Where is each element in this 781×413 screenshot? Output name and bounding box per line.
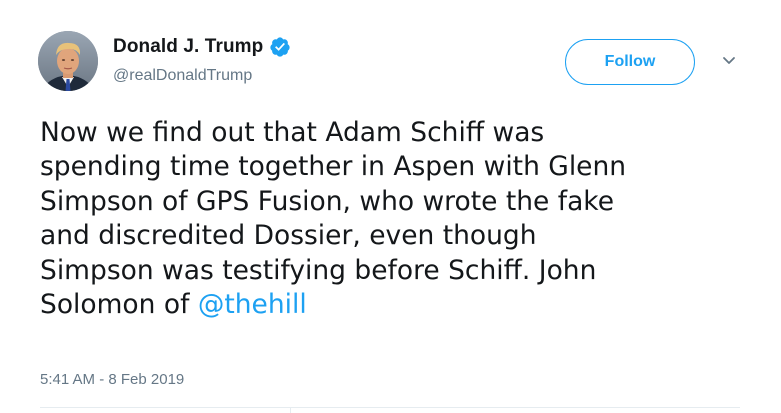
divider [40, 407, 740, 408]
tweet-timestamp[interactable]: 5:41 AM - 8 Feb 2019 [40, 371, 184, 388]
tweet-text-last-line: Solomon of @thehill [40, 288, 740, 322]
tweet-text-line: spending time together in Aspen with Gle… [40, 151, 627, 183]
tweet-text-line: and discredited Dossier, even though [40, 220, 537, 252]
user-handle[interactable]: @realDonaldTrump [113, 67, 252, 85]
chevron-down-icon[interactable] [722, 56, 736, 66]
tweet-card: Donald J. Trump @realDonaldTrump Follow … [0, 0, 781, 413]
profile-photo-icon [38, 31, 98, 91]
follow-button[interactable]: Follow [565, 39, 695, 85]
tweet-text: Now we find out that Adam Schiff was spe… [40, 116, 740, 322]
avatar[interactable] [38, 31, 98, 91]
name-row: Donald J. Trump [113, 36, 291, 58]
tweet-text-line: Simpson was testifying before Schiff. Jo… [40, 254, 597, 286]
display-name[interactable]: Donald J. Trump [113, 36, 263, 58]
tweet-text-line: Simpson of GPS Fusion, who wrote the fak… [40, 185, 615, 217]
mention-link[interactable]: @thehill [198, 289, 307, 320]
divider [290, 407, 291, 413]
tweet-text-line: Now we find out that Adam Schiff was [40, 117, 545, 148]
verified-badge-icon [270, 37, 290, 57]
tweet-text-line: Solomon of [40, 289, 198, 321]
